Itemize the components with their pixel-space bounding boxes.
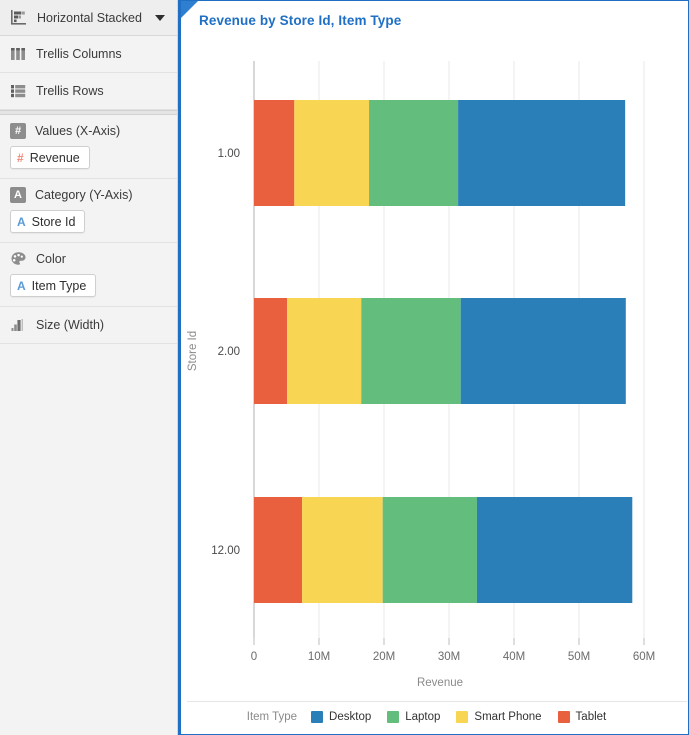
legend-swatch-icon — [387, 711, 400, 723]
attribute-glyph-icon: A — [17, 214, 26, 229]
field-pill-item-type[interactable]: A Item Type — [10, 274, 97, 297]
chevron-down-icon[interactable] — [155, 14, 165, 21]
x-tick-label: 30M — [438, 651, 460, 663]
x-axis-title: Revenue — [417, 677, 463, 689]
chart-legend: Item Type Desktop Laptop Smart Phone Tablet — [181, 711, 688, 723]
shelf-header: A Category (Y-Axis) — [10, 187, 167, 203]
y-tick-label: 12.00 — [211, 545, 240, 557]
bar-segment[interactable] — [302, 497, 383, 603]
x-tick-label: 50M — [568, 651, 590, 663]
chart-panel: Revenue by Store Id, Item Type 0 10M 20M 30… — [178, 0, 689, 735]
shelf-label: Trellis Rows — [36, 84, 104, 98]
palette-icon — [10, 251, 27, 267]
legend-item[interactable]: Laptop — [387, 711, 440, 723]
legend-label: Tablet — [575, 711, 607, 723]
shelf-trellis-columns[interactable]: Trellis Columns — [0, 36, 177, 73]
size-width-icon — [10, 317, 27, 333]
attribute-icon: A — [10, 187, 26, 203]
legend-label: Laptop — [405, 711, 441, 723]
shelf-color[interactable]: Color A Item Type — [0, 243, 177, 307]
shelf-label: Color — [36, 252, 66, 266]
bar-segment[interactable] — [254, 100, 295, 206]
legend-swatch-icon — [557, 711, 570, 723]
shelf-label: Values (X-Axis) — [35, 124, 121, 138]
y-tick-label: 2.00 — [218, 346, 240, 358]
bar-segment[interactable] — [361, 298, 461, 404]
bar-segment[interactable] — [382, 497, 477, 603]
chart-config-sidebar: Horizontal Stacked Trellis Columns Trell… — [0, 0, 178, 735]
bar-segment[interactable] — [254, 497, 303, 603]
y-axis-tick-labels: 1.00 2.00 12.00 — [211, 148, 240, 557]
field-pill-label: Item Type — [31, 278, 87, 293]
trellis-rows-icon — [10, 83, 27, 99]
shelf-header: # Values (X-Axis) — [10, 123, 167, 139]
x-axis-tick-labels: 0 10M 20M 30M 40M 50M 60M — [251, 651, 655, 663]
field-pill-revenue[interactable]: # Revenue — [10, 146, 90, 169]
legend-item[interactable]: Smart Phone — [456, 711, 542, 723]
shelf-category-y-axis[interactable]: A Category (Y-Axis) A Store Id — [0, 179, 177, 243]
bar-segment[interactable] — [294, 100, 370, 206]
shelf-label: Trellis Columns — [36, 47, 122, 61]
legend-label: Smart Phone — [474, 711, 542, 723]
horizontal-stacked-icon — [10, 9, 27, 26]
bar-segment[interactable] — [458, 100, 626, 206]
x-tick-label: 10M — [308, 651, 330, 663]
x-tick-label: 60M — [633, 651, 655, 663]
bar-segment[interactable] — [287, 298, 362, 404]
attribute-glyph-icon: A — [17, 278, 26, 293]
shelf-trellis-rows[interactable]: Trellis Rows — [0, 73, 177, 110]
trellis-columns-icon — [10, 46, 27, 62]
chart-type-label: Horizontal Stacked — [37, 10, 142, 25]
bar-segment[interactable] — [369, 100, 459, 206]
x-tick-label: 20M — [373, 651, 395, 663]
bar-segment[interactable] — [254, 298, 288, 404]
shelf-header: Color — [10, 251, 167, 267]
stacked-bar-chart: 0 10M 20M 30M 40M 50M 60M 1.00 2.00 12.00 Revenu… — [187, 61, 655, 689]
x-tick-label: 40M — [503, 651, 525, 663]
bar-segment[interactable] — [460, 298, 626, 404]
sidebar-empty-area — [0, 344, 177, 735]
y-tick-label: 1.00 — [218, 148, 240, 160]
field-pill-label: Revenue — [29, 150, 80, 165]
legend-item[interactable]: Tablet — [557, 711, 607, 723]
bar-segment[interactable] — [476, 497, 633, 603]
app-root: Horizontal Stacked Trellis Columns Trell… — [0, 0, 689, 735]
legend-swatch-icon — [311, 711, 324, 723]
y-axis-title: Store Id — [187, 331, 199, 371]
shelf-label: Size (Width) — [36, 318, 105, 332]
shelf-values-x-axis[interactable]: # Values (X-Axis) # Revenue — [0, 115, 177, 179]
field-pill-label: Store Id — [31, 214, 76, 229]
bar-series — [254, 100, 633, 603]
legend-swatch-icon — [456, 711, 469, 723]
legend-item[interactable]: Desktop — [311, 711, 371, 723]
legend-label: Desktop — [329, 711, 372, 723]
measure-icon: # — [10, 123, 26, 139]
shelf-label: Category (Y-Axis) — [35, 188, 133, 202]
chart-type-selector[interactable]: Horizontal Stacked — [0, 0, 177, 36]
field-pill-store-id[interactable]: A Store Id — [10, 210, 86, 233]
x-tick-label: 0 — [251, 651, 257, 663]
shelf-size-width[interactable]: Size (Width) — [0, 307, 177, 344]
measure-glyph-icon: # — [17, 150, 24, 165]
legend-separator — [187, 701, 687, 702]
legend-title: Item Type — [246, 711, 298, 723]
x-axis-ticks — [253, 638, 645, 645]
